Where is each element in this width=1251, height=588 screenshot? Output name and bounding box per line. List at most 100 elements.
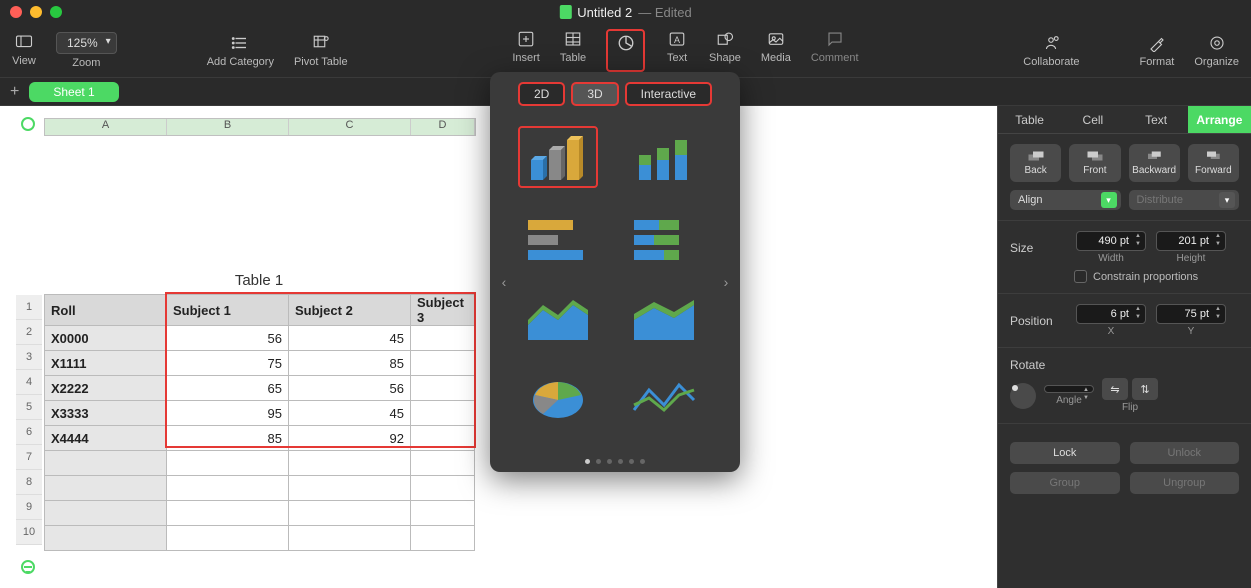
table-handle-icon[interactable] [21, 117, 35, 131]
cell[interactable]: 92 [289, 426, 411, 451]
cell[interactable] [411, 401, 475, 426]
cell[interactable] [289, 451, 411, 476]
cell[interactable] [45, 501, 167, 526]
cell[interactable]: X1111 [45, 351, 167, 376]
align-select[interactable]: Align▾ [1010, 190, 1121, 210]
row-header[interactable]: 3 [16, 345, 42, 370]
popover-prev-icon[interactable]: ‹ [494, 272, 514, 292]
chart-type-3d-line[interactable] [624, 366, 704, 428]
add-sheet-button[interactable]: + [10, 83, 19, 101]
view-button[interactable]: View [12, 32, 36, 69]
cell[interactable] [411, 351, 475, 376]
row-header[interactable]: 4 [16, 370, 42, 395]
spreadsheet-table[interactable]: Roll Subject 1 Subject 2 Subject 3 X0000… [44, 294, 475, 551]
tab-arrange[interactable]: Arrange [1188, 106, 1251, 133]
cell[interactable]: 75 [167, 351, 289, 376]
chart-type-3d-area-stacked[interactable] [624, 286, 704, 348]
cell[interactable]: X3333 [45, 401, 167, 426]
cell[interactable]: 95 [167, 401, 289, 426]
col-header-d[interactable]: D [411, 119, 475, 135]
cell[interactable]: 56 [289, 376, 411, 401]
cell[interactable] [45, 476, 167, 501]
rotate-dial[interactable] [1010, 383, 1036, 409]
media-button[interactable]: Media [761, 29, 791, 72]
cell[interactable] [289, 526, 411, 551]
chart-type-3d-hbar-stacked[interactable] [624, 206, 704, 268]
table-button[interactable]: Table [560, 29, 586, 72]
col-header-b[interactable]: B [167, 119, 289, 135]
backward-button[interactable]: Backward [1129, 144, 1180, 182]
minimize-window-icon[interactable] [30, 6, 42, 18]
row-header[interactable]: 2 [16, 320, 42, 345]
chart-tab-interactive[interactable]: Interactive [625, 82, 712, 106]
distribute-select[interactable]: Distribute▾ [1129, 190, 1240, 210]
cell[interactable]: X4444 [45, 426, 167, 451]
flip-vertical-button[interactable]: ⇅ [1132, 378, 1158, 400]
cell[interactable] [289, 501, 411, 526]
width-input[interactable]: 490 pt▲▼ [1076, 231, 1146, 251]
stepper-icon[interactable]: ▲▼ [1132, 306, 1144, 322]
unlock-button[interactable]: Unlock [1130, 442, 1240, 464]
row-header[interactable]: 9 [16, 495, 42, 520]
header-subject2[interactable]: Subject 2 [289, 295, 411, 326]
chart-type-3d-hbar[interactable] [518, 206, 598, 268]
cell[interactable] [411, 526, 475, 551]
stepper-icon[interactable]: ▲▼ [1080, 387, 1092, 403]
format-button[interactable]: Format [1140, 33, 1175, 68]
organize-button[interactable]: Organize [1194, 33, 1239, 68]
col-header-a[interactable]: A [45, 119, 167, 135]
cell[interactable]: 85 [167, 426, 289, 451]
row-header[interactable]: 1 [16, 295, 42, 320]
add-row-handle-icon[interactable] [21, 560, 35, 574]
cell[interactable] [167, 501, 289, 526]
chart-type-3d-pie[interactable] [518, 366, 598, 428]
tab-cell[interactable]: Cell [1061, 106, 1124, 133]
forward-button[interactable]: Forward [1188, 144, 1239, 182]
cell[interactable]: X0000 [45, 326, 167, 351]
back-button[interactable]: Back [1010, 144, 1061, 182]
cell[interactable] [45, 451, 167, 476]
text-button[interactable]: A Text [665, 29, 689, 72]
tab-table[interactable]: Table [998, 106, 1061, 133]
maximize-window-icon[interactable] [50, 6, 62, 18]
chart-type-3d-bar[interactable] [518, 126, 598, 188]
cell[interactable] [167, 476, 289, 501]
row-header[interactable]: 10 [16, 520, 42, 545]
cell[interactable] [411, 476, 475, 501]
collaborate-button[interactable]: Collaborate [1023, 33, 1079, 68]
sheet-tab[interactable]: Sheet 1 [29, 82, 118, 102]
cell[interactable] [45, 526, 167, 551]
constrain-checkbox[interactable] [1074, 270, 1087, 283]
shape-button[interactable]: Shape [709, 29, 741, 72]
y-input[interactable]: 75 pt▲▼ [1156, 304, 1226, 324]
angle-input[interactable]: ▲▼ [1044, 385, 1094, 393]
cell[interactable] [411, 451, 475, 476]
cell[interactable] [411, 376, 475, 401]
flip-horizontal-button[interactable]: ⇋ [1102, 378, 1128, 400]
stepper-icon[interactable]: ▲▼ [1212, 306, 1224, 322]
row-header[interactable]: 5 [16, 395, 42, 420]
cell[interactable] [411, 426, 475, 451]
chart-tab-3d[interactable]: 3D [571, 82, 618, 106]
cell[interactable]: 65 [167, 376, 289, 401]
header-roll[interactable]: Roll [45, 295, 167, 326]
lock-button[interactable]: Lock [1010, 442, 1120, 464]
chart-tab-2d[interactable]: 2D [518, 82, 565, 106]
stepper-icon[interactable]: ▲▼ [1132, 233, 1144, 249]
table-title[interactable]: Table 1 [44, 266, 474, 295]
row-header[interactable]: 8 [16, 470, 42, 495]
cell[interactable] [167, 526, 289, 551]
cell[interactable] [411, 501, 475, 526]
cell[interactable]: 56 [167, 326, 289, 351]
cell[interactable]: 85 [289, 351, 411, 376]
popover-next-icon[interactable]: › [716, 272, 736, 292]
cell[interactable] [167, 451, 289, 476]
group-button[interactable]: Group [1010, 472, 1120, 494]
ungroup-button[interactable]: Ungroup [1130, 472, 1240, 494]
col-header-c[interactable]: C [289, 119, 411, 135]
add-category-button[interactable]: Add Category [207, 33, 274, 68]
close-window-icon[interactable] [10, 6, 22, 18]
header-subject1[interactable]: Subject 1 [167, 295, 289, 326]
front-button[interactable]: Front [1069, 144, 1120, 182]
chart-type-3d-stacked-bar[interactable] [624, 126, 704, 188]
